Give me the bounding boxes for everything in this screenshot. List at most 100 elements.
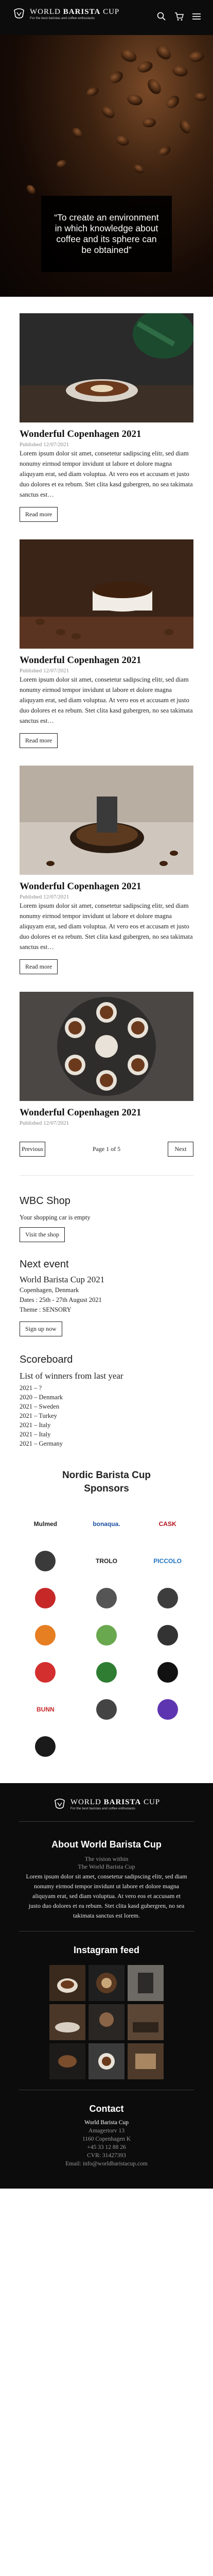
- sponsor-name: Mulmed: [33, 1520, 57, 1528]
- post-date: Published 12/07/2021: [20, 1120, 69, 1126]
- sponsor-logo-gear-logo[interactable]: [139, 1694, 196, 1724]
- sponsor-logo-red-arrow-logo[interactable]: [17, 1657, 74, 1687]
- post-title[interactable]: Wonderful Copenhagen 2021: [20, 1107, 193, 1118]
- post-image-cups-top[interactable]: [20, 992, 193, 1101]
- site-logo[interactable]: WORLD BARISTA CUP For the best baristas …: [12, 7, 119, 21]
- about-title: About World Barista Cup: [51, 1839, 162, 1850]
- contact-phone[interactable]: +45 33 12 88 26: [0, 2143, 213, 2151]
- gear-logo-icon: [157, 1699, 178, 1720]
- sponsor-logo-script-logo[interactable]: [79, 1694, 135, 1724]
- sponsor-logo-roaster-logo[interactable]: [79, 1583, 135, 1613]
- sponsor-logo-shield-logo[interactable]: [17, 1546, 74, 1576]
- winner-item: 2021 – ?: [20, 1384, 42, 1392]
- sponsor-grid: Mulmed bonaqua. CASK TROLO PICCOLO BUNN: [17, 1509, 196, 1761]
- instagram-photo[interactable]: [128, 2004, 164, 2040]
- sponsor-logo-piccolo-logo[interactable]: PICCOLO: [139, 1546, 196, 1576]
- sponsor-logo-bonaqua-logo[interactable]: bonaqua.: [79, 1509, 135, 1539]
- post-image-grinder[interactable]: [20, 766, 193, 875]
- sponsor-name: BUNN: [36, 1706, 55, 1713]
- hero-banner: “To create an environment in which knowl…: [0, 35, 213, 297]
- hero-quote-box: “To create an environment in which knowl…: [41, 196, 172, 272]
- green-wave-logo-icon: [96, 1625, 117, 1646]
- instagram-photo[interactable]: [49, 2043, 85, 2079]
- sign-up-button[interactable]: Sign up now: [20, 1321, 62, 1336]
- read-more-button[interactable]: Read more: [20, 507, 58, 522]
- instagram-photo[interactable]: [128, 2043, 164, 2079]
- post-date: Published 12/07/2021: [20, 668, 69, 674]
- footer-logo-title: WORLD BARISTA CUP: [70, 1798, 161, 1806]
- sponsor-logo-cask-logo[interactable]: CASK: [139, 1509, 196, 1539]
- about-subtitle: The vision within The World Barista Cup: [78, 1855, 135, 1870]
- search-icon[interactable]: [156, 11, 167, 22]
- pagination: Previous Page 1 of 5 Next: [20, 1142, 193, 1157]
- footer-logo[interactable]: WORLD BARISTA CUP For the best baristas …: [0, 1798, 213, 1811]
- sponsors-title: Nordic Barista Cup Sponsors: [62, 1470, 151, 1494]
- sponsor-logo-black-logo[interactable]: [139, 1657, 196, 1687]
- divider: [20, 1175, 193, 1176]
- page-indicator: Page 1 of 5: [92, 1145, 121, 1153]
- post-image-pour[interactable]: [20, 313, 193, 422]
- sponsor-logo-bunn-logo[interactable]: BUNN: [17, 1694, 74, 1724]
- post-image-cup-beans[interactable]: [20, 539, 193, 649]
- hero-quote: “To create an environment in which knowl…: [54, 212, 159, 255]
- sponsor-name: PICCOLO: [153, 1557, 182, 1565]
- post-excerpt: Lorem ipsum dolor sit amet, consetetur s…: [20, 450, 193, 498]
- footer-logo-subtitle: For the best baristas and coffee enthusi…: [70, 1806, 135, 1810]
- winner-item: 2021 – Italy: [20, 1421, 51, 1429]
- cart-icon[interactable]: [174, 11, 184, 22]
- logo-title: WORLD BARISTA CUP: [30, 7, 120, 16]
- visit-shop-button[interactable]: Visit the shop: [20, 1227, 65, 1242]
- post-title[interactable]: Wonderful Copenhagen 2021: [20, 881, 193, 892]
- posts-list: Wonderful Copenhagen 2021 Published 12/0…: [0, 313, 213, 1126]
- contact-address: Amagertorv 13: [88, 2128, 125, 2134]
- scoreboard-widget: Scoreboard List of winners from last yea…: [0, 1354, 213, 1448]
- post-card: Wonderful Copenhagen 2021 Published 12/0…: [20, 313, 193, 522]
- contact-title: Contact: [89, 2104, 124, 2114]
- contact-name: World Barista Cup: [84, 2120, 129, 2126]
- instagram-photo[interactable]: [88, 2043, 125, 2079]
- sponsor-logo-dark-banner-logo[interactable]: [17, 1732, 74, 1761]
- post-title[interactable]: Wonderful Copenhagen 2021: [20, 655, 193, 666]
- instagram-photo[interactable]: [88, 1965, 125, 2001]
- bird-logo-icon: [157, 1588, 178, 1608]
- instagram-photo[interactable]: [88, 2004, 125, 2040]
- winner-item: 2021 – Germany: [20, 1440, 63, 1447]
- script-logo-icon: [96, 1699, 117, 1720]
- sponsor-logo-eye-logo[interactable]: [139, 1620, 196, 1650]
- menu-icon[interactable]: [191, 11, 202, 22]
- sponsor-logo-red-circle-logo[interactable]: [17, 1583, 74, 1613]
- post-excerpt: Lorem ipsum dolor sit amet, consetetur s…: [20, 676, 193, 724]
- sponsor-logo-bird-logo[interactable]: [139, 1583, 196, 1613]
- orange-swirl-logo-icon: [35, 1625, 56, 1646]
- sponsor-logo-orange-swirl-logo[interactable]: [17, 1620, 74, 1650]
- cup-icon: [54, 1799, 65, 1809]
- winner-item: 2021 – Turkey: [20, 1412, 57, 1419]
- event-location: Copenhagen, Denmark: [20, 1286, 79, 1294]
- instagram-photo[interactable]: [49, 1965, 85, 2001]
- instagram-photo[interactable]: [128, 1965, 164, 2001]
- red-arrow-logo-icon: [35, 1662, 56, 1683]
- winner-item: 2020 – Denmark: [20, 1394, 63, 1401]
- sponsor-name: TROLO: [95, 1557, 117, 1565]
- sponsor-logo-mulmed-logo[interactable]: Mulmed: [17, 1509, 74, 1539]
- next-event-widget: Next event World Barista Cup 2021 Copenh…: [0, 1259, 213, 1336]
- read-more-button[interactable]: Read more: [20, 959, 58, 974]
- instagram-photo[interactable]: [49, 2004, 85, 2040]
- shield-logo-icon: [35, 1551, 56, 1571]
- instagram-title: Instagram feed: [73, 1945, 140, 1955]
- read-more-button[interactable]: Read more: [20, 733, 58, 748]
- event-dates: Dates : 25th - 27th August 2021: [20, 1296, 102, 1303]
- sponsor-name: CASK: [158, 1520, 176, 1528]
- post-title[interactable]: Wonderful Copenhagen 2021: [20, 429, 193, 440]
- sponsor-logo-green-wave-logo[interactable]: [79, 1620, 135, 1650]
- sponsor-logo-green-box-logo[interactable]: [79, 1657, 135, 1687]
- shop-title: WBC Shop: [20, 1195, 70, 1207]
- contact-city: 1160 Copenhagen K: [82, 2136, 131, 2142]
- next-page-button[interactable]: Next: [167, 1142, 193, 1157]
- previous-page-button[interactable]: Previous: [20, 1142, 45, 1157]
- cup-icon: [14, 8, 24, 19]
- black-logo-icon: [157, 1662, 178, 1683]
- shop-widget: WBC Shop Your shopping car is empty Visi…: [0, 1195, 213, 1242]
- sponsor-logo-trolo-logo[interactable]: TROLO: [79, 1546, 135, 1576]
- contact-email[interactable]: Email: info@worldbaristacup.com: [0, 2160, 213, 2168]
